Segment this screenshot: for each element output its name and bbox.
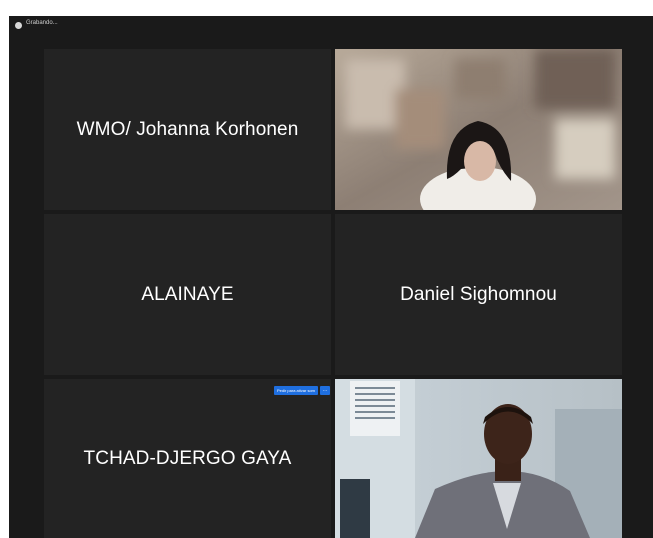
meeting-window: Grabando... WMO/ Johanna Korhonen ALAINA…: [9, 16, 653, 538]
ellipsis-icon[interactable]: …: [320, 386, 330, 395]
recording-status: Grabando...: [26, 20, 58, 26]
participant-tile-3[interactable]: ALAINAYE: [44, 214, 331, 375]
recording-icon: [15, 22, 22, 29]
person-video-icon: [335, 379, 622, 538]
person-video-icon: [335, 49, 622, 210]
participant-tile-4[interactable]: Daniel Sighomnou: [335, 214, 622, 375]
participant-tile-1[interactable]: WMO/ Johanna Korhonen: [44, 49, 331, 210]
participant-name: ALAINAYE: [141, 283, 234, 305]
participant-name: TCHAD-DJERGO GAYA: [83, 447, 292, 469]
participant-name: WMO/ Johanna Korhonen: [76, 118, 299, 140]
ask-to-unmute-button[interactable]: Pedir para ativar som: [273, 386, 318, 395]
participant-video-6[interactable]: [335, 379, 622, 538]
participant-video-2[interactable]: [335, 49, 622, 210]
participant-tile-5[interactable]: Pedir para ativar som … TCHAD-DJERGO GAY…: [44, 379, 331, 538]
participant-name: Daniel Sighomnou: [400, 283, 557, 305]
top-bar: Grabando...: [9, 16, 653, 36]
unmute-request-badge[interactable]: Pedir para ativar som …: [273, 386, 330, 395]
